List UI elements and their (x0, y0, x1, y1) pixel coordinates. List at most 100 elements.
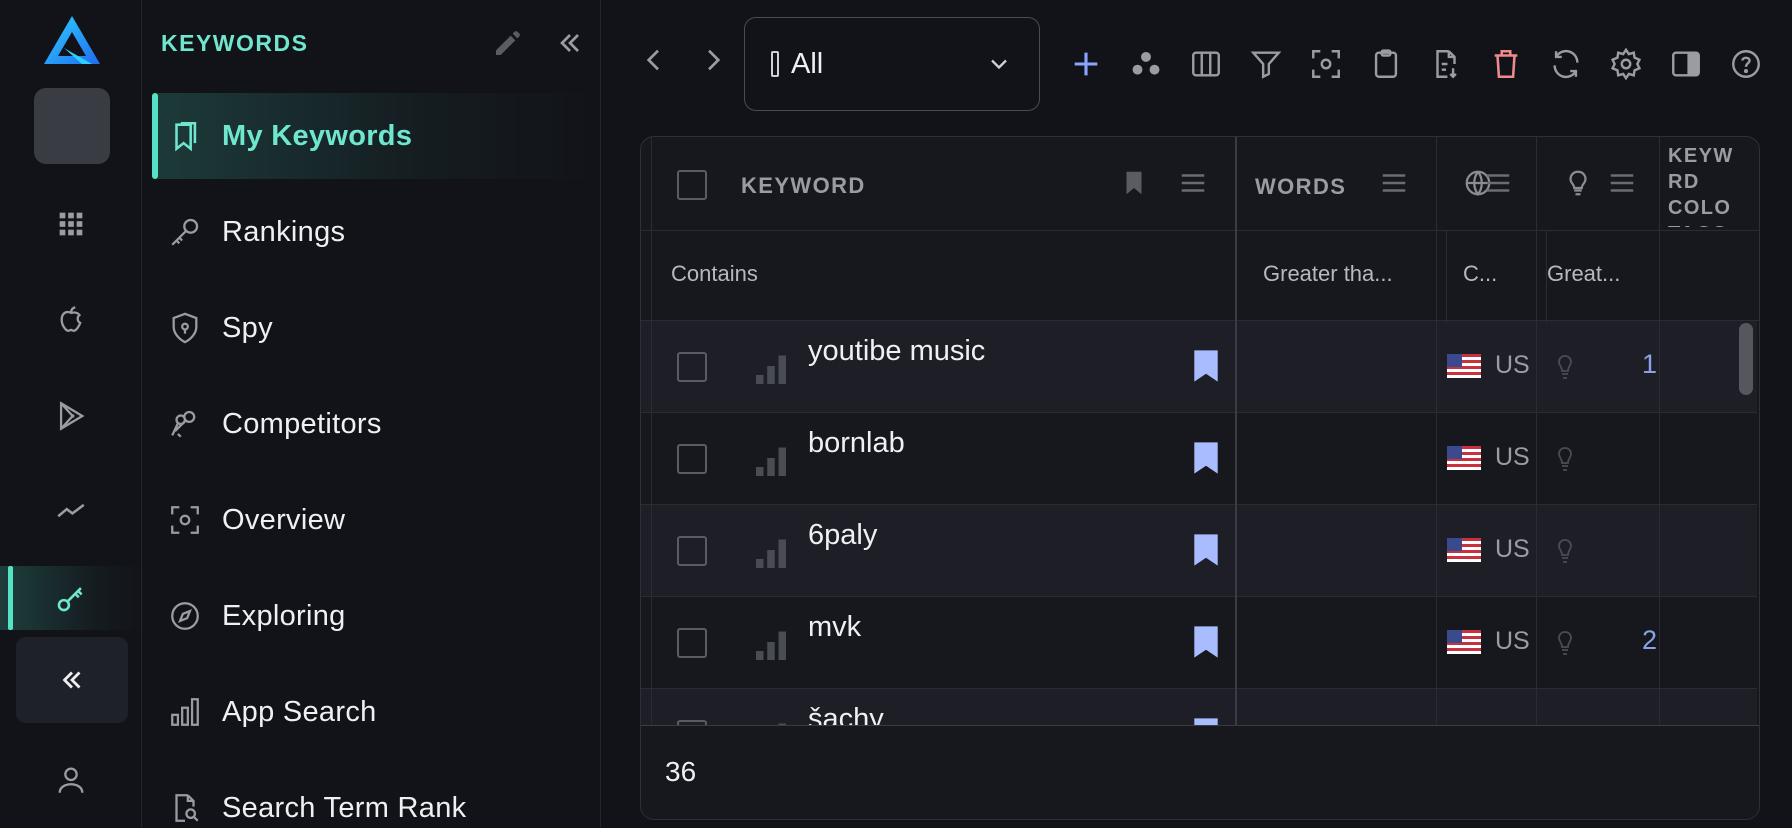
group-button[interactable] (1126, 44, 1166, 84)
filter-words[interactable]: Greater tha... (1263, 261, 1393, 287)
bookmark-icon[interactable] (1193, 533, 1219, 567)
bookmark-icon[interactable] (1193, 349, 1219, 383)
row-checkbox[interactable] (677, 628, 707, 658)
nav-item-overview[interactable]: Overview (152, 477, 592, 563)
play-store-icon (59, 401, 85, 431)
us-flag-icon (1447, 446, 1481, 470)
analytics-button[interactable] (0, 480, 142, 544)
row-checkbox[interactable] (677, 444, 707, 474)
row-count[interactable]: 2 (1607, 625, 1657, 656)
nav-item-spy[interactable]: Spy (152, 285, 592, 371)
nav-label: App Search (222, 695, 377, 728)
column-divider[interactable] (1436, 137, 1437, 819)
column-divider[interactable] (1536, 137, 1537, 819)
filter-ideas[interactable]: Great... (1547, 261, 1620, 287)
nav-label: Exploring (222, 599, 346, 632)
us-flag-icon (1447, 630, 1481, 654)
rail-collapse-button[interactable] (16, 637, 128, 723)
shield-lock-icon (166, 309, 204, 347)
signal-bars-icon (756, 539, 786, 568)
document-search-icon (166, 789, 204, 827)
keywords-button[interactable] (0, 566, 142, 630)
column-menu-icon[interactable] (1607, 168, 1637, 198)
table-scrollbar[interactable] (1739, 323, 1753, 395)
settings-button[interactable] (1606, 44, 1646, 84)
filter-button[interactable] (1246, 44, 1286, 84)
column-header-keyword-color-tags[interactable]: KEYW RD COLO TAGS (1668, 143, 1758, 227)
filter-keyword[interactable]: Contains (671, 261, 758, 287)
profile-button[interactable] (0, 748, 142, 812)
panel-toggle-button[interactable] (1666, 44, 1706, 84)
keys-icon (166, 405, 204, 443)
focus-button[interactable] (1306, 44, 1346, 84)
plus-icon (1074, 52, 1098, 76)
app-logo-icon[interactable] (42, 14, 102, 66)
nav-item-exploring[interactable]: Exploring (152, 573, 592, 659)
nav-label: Search Term Rank (222, 791, 467, 824)
row-count[interactable]: 1 (1607, 349, 1657, 380)
column-divider (1446, 231, 1447, 323)
filter-row: Contains Greater tha... C... Great... (641, 231, 1759, 321)
view-select-value: All (791, 47, 824, 80)
forward-arrow-icon[interactable] (697, 44, 729, 76)
column-menu-icon[interactable] (1178, 168, 1208, 198)
selected-app-tile[interactable] (34, 88, 110, 164)
pencil-icon[interactable] (492, 27, 524, 59)
key-icon (57, 587, 83, 612)
filter-country[interactable]: C... (1463, 261, 1497, 287)
nav-item-competitors[interactable]: Competitors (152, 381, 592, 467)
column-menu-icon[interactable] (1483, 168, 1513, 198)
row-total: 36 (665, 756, 697, 787)
delete-button[interactable] (1486, 44, 1526, 84)
apps-grid-button[interactable] (0, 192, 142, 256)
lightbulb-icon[interactable] (1563, 168, 1593, 198)
nav-item-search-term-rank[interactable]: Search Term Rank (152, 765, 592, 828)
apple-store-button[interactable] (0, 288, 142, 352)
table-row[interactable]: youtibe music 2 US 1 (641, 321, 1757, 413)
select-all-checkbox[interactable] (677, 170, 707, 200)
nav-item-rankings[interactable]: Rankings (152, 189, 592, 275)
google-play-button[interactable] (0, 384, 142, 448)
bookmark-icon[interactable] (1119, 168, 1149, 198)
table-row[interactable]: mvk 1 US 2 (641, 597, 1757, 689)
nav-label: Overview (222, 503, 346, 536)
row-country: US (1495, 535, 1530, 563)
signal-bars-icon (756, 355, 786, 384)
row-country: US (1495, 627, 1530, 655)
column-header-keyword[interactable]: KEYWORD (741, 173, 866, 199)
table-row[interactable]: bornlab 1 US (641, 413, 1757, 505)
column-header-words[interactable]: WORDS (1255, 174, 1346, 200)
us-flag-icon (1447, 538, 1481, 562)
clipboard-button[interactable] (1366, 44, 1406, 84)
columns-button[interactable] (1186, 44, 1226, 84)
user-icon (58, 767, 84, 793)
chevron-down-icon (991, 59, 1007, 70)
nav-item-my-keywords[interactable]: My Keywords (152, 93, 592, 179)
bookmarks-icon (166, 117, 204, 155)
column-menu-icon[interactable] (1379, 168, 1409, 198)
help-icon (1732, 50, 1760, 78)
nav-item-app-search[interactable]: App Search (152, 669, 592, 755)
sidebar-toggle-icon (1672, 51, 1700, 77)
lightbulb-icon (1558, 539, 1572, 563)
back-arrow-icon[interactable] (638, 44, 670, 76)
column-divider[interactable] (1235, 137, 1237, 819)
signal-bars-icon (756, 631, 786, 660)
row-checkbox[interactable] (677, 352, 707, 382)
refresh-button[interactable] (1546, 44, 1586, 84)
add-keyword-button[interactable] (1066, 44, 1106, 84)
apple-icon (60, 306, 82, 332)
view-indicator-icon (771, 51, 779, 77)
bookmark-icon[interactable] (1193, 625, 1219, 659)
bookmark-icon[interactable] (1193, 441, 1219, 475)
key-icon (166, 213, 204, 251)
help-button[interactable] (1726, 44, 1766, 84)
table-row[interactable]: 6paly 1 US (641, 505, 1757, 597)
chevrons-left-icon[interactable] (554, 27, 586, 59)
export-button[interactable] (1426, 44, 1466, 84)
column-divider[interactable] (1659, 137, 1660, 819)
nav-label: Spy (222, 311, 273, 344)
row-checkbox[interactable] (677, 536, 707, 566)
compass-icon (166, 597, 204, 635)
view-select[interactable]: All (744, 17, 1040, 111)
